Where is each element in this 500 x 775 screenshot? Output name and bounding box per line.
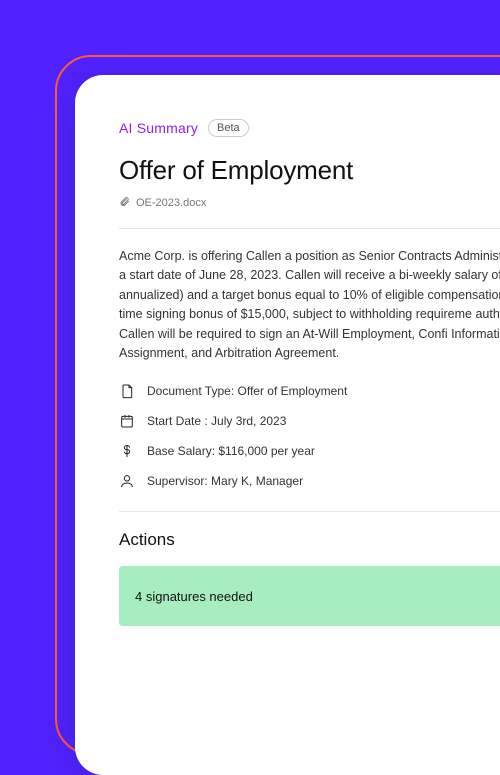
person-icon bbox=[119, 473, 135, 489]
ai-summary-header: AI Summary Beta bbox=[119, 119, 500, 137]
attachment-icon bbox=[119, 196, 130, 210]
source-file-row: OE-2023.docx bbox=[119, 196, 500, 210]
meta-text: Document Type: Offer of Employment bbox=[147, 384, 347, 398]
meta-text: Supervisor: Mary K, Manager bbox=[147, 474, 303, 488]
document-title: Offer of Employment bbox=[119, 155, 500, 186]
meta-text: Start Date : July 3rd, 2023 bbox=[147, 414, 286, 428]
meta-supervisor: Supervisor: Mary K, Manager bbox=[119, 473, 500, 489]
signature-action-bar: 4 signatures needed Open Docum bbox=[119, 566, 500, 626]
divider bbox=[119, 511, 500, 512]
document-meta-list: Document Type: Offer of Employment Start… bbox=[119, 383, 500, 489]
actions-heading: Actions bbox=[119, 530, 500, 550]
beta-badge: Beta bbox=[208, 119, 249, 137]
meta-text: Base Salary: $116,000 per year bbox=[147, 444, 315, 458]
app-card: AI Summary Beta Offer of Employment OE-2… bbox=[75, 75, 500, 775]
divider bbox=[119, 228, 500, 229]
meta-start-date: Start Date : July 3rd, 2023 bbox=[119, 413, 500, 429]
meta-base-salary: Base Salary: $116,000 per year bbox=[119, 443, 500, 459]
ai-summary-label: AI Summary bbox=[119, 120, 198, 136]
ai-summary-body: Acme Corp. is offering Callen a position… bbox=[119, 247, 500, 363]
source-filename: OE-2023.docx bbox=[136, 197, 206, 209]
document-icon bbox=[119, 383, 135, 399]
dollar-icon bbox=[119, 443, 135, 459]
meta-document-type: Document Type: Offer of Employment bbox=[119, 383, 500, 399]
calendar-icon bbox=[119, 413, 135, 429]
signatures-needed-text: 4 signatures needed bbox=[135, 589, 253, 604]
